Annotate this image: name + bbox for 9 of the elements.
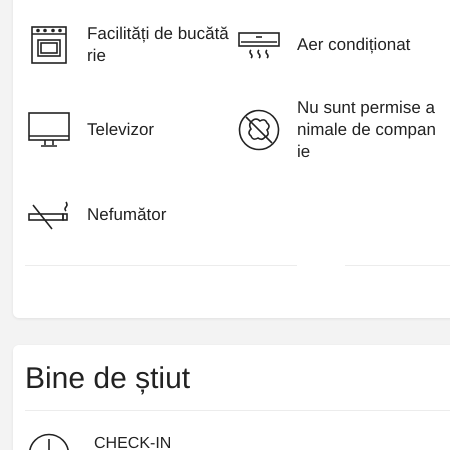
section-title: Bine de știut (24, 361, 192, 397)
amenity-label: Televizor (87, 119, 156, 141)
no-pets-icon (238, 109, 280, 151)
amenity-label: Nefumător (87, 204, 168, 226)
oven-icon (28, 24, 70, 66)
amenity-label: Aer condiționat (297, 34, 412, 56)
info-label: CHECK-IN (94, 435, 172, 450)
amenity-label: Nu sunt permise animale de companie (297, 97, 437, 163)
amenity-label: Facilități de bucătărie (87, 23, 229, 67)
